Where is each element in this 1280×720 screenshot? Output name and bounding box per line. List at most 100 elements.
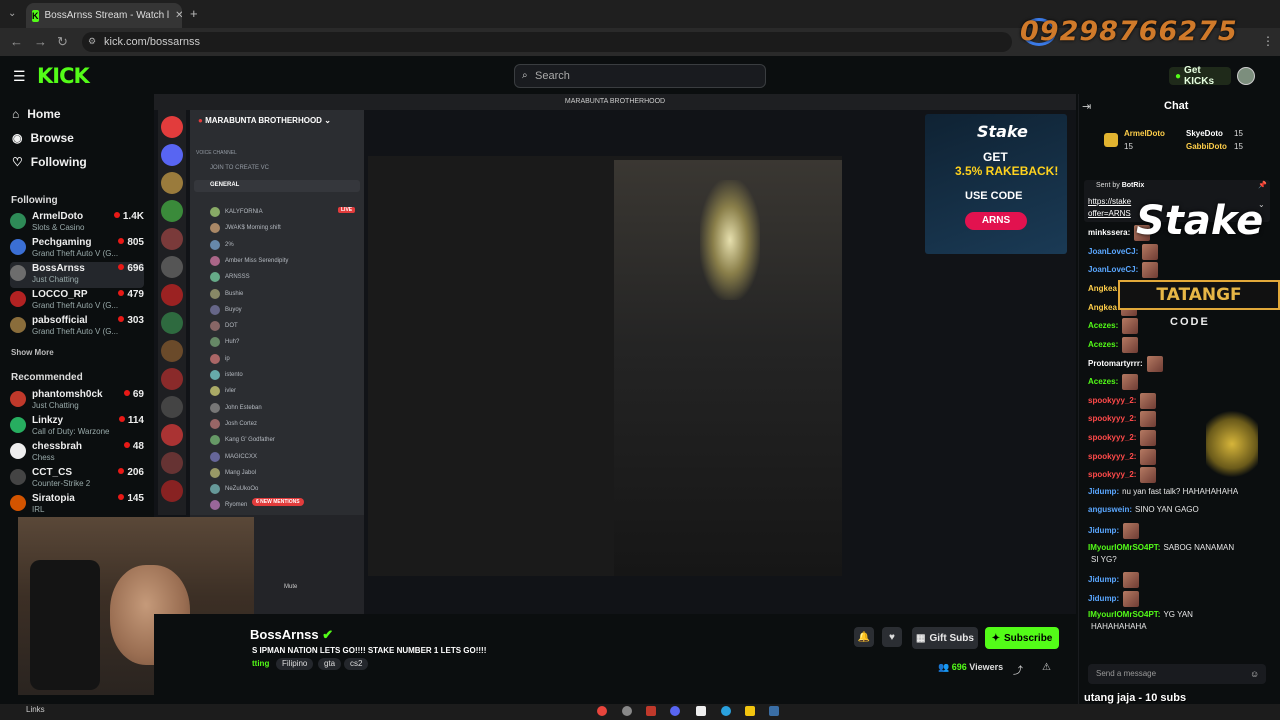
voice-user[interactable]: John Esteban bbox=[210, 402, 262, 413]
chat-username[interactable]: spookyyy_2: bbox=[1088, 470, 1136, 479]
voice-user[interactable]: Buyoy bbox=[210, 304, 242, 315]
chat-username[interactable]: Acezes: bbox=[1088, 321, 1118, 330]
chat-username[interactable]: Protomartyrrr: bbox=[1088, 359, 1143, 368]
search-input[interactable]: ⌕ Search bbox=[514, 64, 766, 88]
chat-username[interactable]: minkssera: bbox=[1088, 228, 1130, 237]
server-icon[interactable] bbox=[161, 340, 183, 362]
user-avatar[interactable] bbox=[1237, 67, 1255, 85]
tab-close-icon[interactable]: ✕ bbox=[175, 10, 182, 21]
site-info-icon[interactable]: ⚙ bbox=[88, 36, 96, 47]
voice-user[interactable]: DOT bbox=[210, 321, 238, 332]
chat-username[interactable]: spookyyy_2: bbox=[1088, 396, 1136, 405]
server-icon[interactable] bbox=[161, 396, 183, 418]
chat-username[interactable]: Angkea bbox=[1088, 284, 1117, 293]
url-field[interactable]: kick.com/bossarnss bbox=[82, 32, 1012, 52]
pinned-user[interactable]: GabbiDoto bbox=[1186, 142, 1227, 151]
chat-input[interactable]: Send a message bbox=[1088, 664, 1266, 684]
server-icon[interactable] bbox=[161, 172, 183, 194]
voice-user[interactable]: NeZuUkoOo bbox=[210, 484, 258, 495]
following-channel-active[interactable]: BossArnss Just Chatting 696 bbox=[10, 262, 144, 288]
chat-username[interactable]: Jidump: bbox=[1088, 526, 1119, 535]
streamer-name[interactable]: BossArnss ✔ bbox=[250, 627, 333, 643]
report-icon[interactable]: ⚠ bbox=[1042, 662, 1051, 673]
voice-user[interactable]: istento bbox=[210, 370, 243, 380]
pinned-user[interactable]: ArmelDoto bbox=[1124, 129, 1165, 138]
kick-logo[interactable]: KICK bbox=[37, 64, 90, 88]
taskbar-links[interactable]: Links bbox=[26, 705, 45, 714]
tab-list-icon[interactable]: ⌄ bbox=[8, 8, 16, 19]
follow-heart-icon[interactable]: ♥ bbox=[882, 627, 902, 647]
following-channel[interactable]: pabsofficial Grand Theft Auto V (G... 303 bbox=[10, 314, 144, 340]
show-more-link[interactable]: Show More bbox=[11, 348, 54, 357]
recommended-channel[interactable]: chessbrah Chess 48 bbox=[10, 440, 144, 466]
app-taskbar-icon[interactable] bbox=[646, 706, 656, 716]
server-icon[interactable] bbox=[161, 228, 183, 250]
bot-link[interactable]: https://stake bbox=[1088, 197, 1131, 206]
voice-user[interactable]: Kang G' Godfather bbox=[210, 435, 275, 446]
discord-server-name[interactable]: ● MARABUNTA BROTHERHOOD ⌄ bbox=[198, 116, 331, 125]
voice-user[interactable]: Bushie bbox=[210, 288, 243, 299]
chat-username[interactable]: Angkea bbox=[1088, 303, 1117, 312]
voice-user[interactable]: JWAK$ Morning shift bbox=[210, 223, 281, 234]
server-icon[interactable] bbox=[161, 368, 183, 390]
hamburger-menu-icon[interactable]: ☰ bbox=[13, 68, 26, 85]
chrome-taskbar-icon[interactable] bbox=[597, 706, 607, 716]
following-channel[interactable]: Pechgaming Grand Theft Auto V (G... 805 bbox=[10, 236, 144, 262]
forward-icon[interactable]: → bbox=[34, 34, 47, 49]
voice-user[interactable]: Ryomen bbox=[210, 500, 247, 511]
voice-user[interactable]: KALYFORNIA bbox=[210, 207, 263, 217]
notification-bell-icon[interactable]: 🔔 bbox=[854, 627, 874, 647]
server-icon[interactable] bbox=[161, 116, 183, 138]
recommended-channel[interactable]: CCT_CS Counter-Strike 2 206 bbox=[10, 466, 144, 492]
server-icon[interactable] bbox=[161, 424, 183, 446]
pinned-user[interactable]: SkyeDoto bbox=[1186, 129, 1223, 138]
voice-user[interactable]: ivler bbox=[210, 386, 236, 397]
voice-user[interactable]: Huh? bbox=[210, 337, 239, 348]
chat-username[interactable]: spookyyy_2: bbox=[1088, 452, 1136, 461]
mute-label[interactable]: Mute bbox=[284, 584, 297, 590]
reload-icon[interactable]: ↻ bbox=[57, 34, 68, 50]
join-to-create-channel[interactable]: JOIN TO CREATE VC bbox=[210, 165, 269, 171]
new-tab-icon[interactable]: + bbox=[190, 6, 198, 21]
discord-taskbar-icon[interactable] bbox=[670, 706, 680, 716]
voice-user[interactable]: Amber Miss Serendipity bbox=[210, 255, 288, 266]
bot-link-continued[interactable]: offer=ARNS bbox=[1088, 209, 1131, 218]
settings-taskbar-icon[interactable] bbox=[622, 706, 632, 716]
recommended-channel[interactable]: Siratopia IRL 145 bbox=[10, 492, 144, 518]
chat-username[interactable]: IMyourIOMrSO4PT: bbox=[1088, 543, 1160, 552]
gift-subs-button[interactable]: ▦ Gift Subs bbox=[912, 627, 978, 649]
nav-browse[interactable]: ◉ Browse bbox=[12, 131, 74, 145]
telegram-taskbar-icon[interactable] bbox=[721, 706, 731, 716]
emoji-icon[interactable]: ☺ bbox=[1250, 669, 1259, 679]
server-icon[interactable] bbox=[161, 144, 183, 166]
chat-username[interactable]: JoanLoveCJ: bbox=[1088, 247, 1138, 256]
voice-user[interactable]: ARNSSS bbox=[210, 272, 250, 283]
chat-username[interactable]: spookyyy_2: bbox=[1088, 433, 1136, 442]
server-icon[interactable] bbox=[161, 284, 183, 306]
stream-tag[interactable]: gta bbox=[318, 658, 342, 670]
chat-username[interactable]: IMyourIOMrSO4PT: bbox=[1088, 610, 1160, 619]
chat-username[interactable]: Jidump: bbox=[1088, 594, 1119, 603]
file-taskbar-icon[interactable] bbox=[696, 706, 706, 716]
back-icon[interactable]: ← bbox=[10, 34, 23, 49]
nav-following[interactable]: ♡ Following bbox=[12, 155, 87, 169]
share-icon[interactable]: ⤴ bbox=[1013, 662, 1023, 677]
chat-username[interactable]: spookyyy_2: bbox=[1088, 414, 1136, 423]
get-kicks-button[interactable]: ● Get KICKs bbox=[1169, 65, 1231, 87]
collapse-chat-icon[interactable]: ⇥ bbox=[1082, 100, 1091, 113]
notes-taskbar-icon[interactable] bbox=[745, 706, 755, 716]
voice-user[interactable]: MAGICCXX bbox=[210, 451, 257, 462]
stream-category[interactable]: tting bbox=[252, 659, 269, 668]
server-icon[interactable] bbox=[161, 312, 183, 334]
chat-username[interactable]: Jidump: bbox=[1088, 575, 1119, 584]
pin-icon[interactable]: 📌 bbox=[1258, 181, 1267, 189]
voice-user[interactable]: Mang Jabol bbox=[210, 467, 256, 478]
browser-menu-icon[interactable]: ⋮ bbox=[1262, 34, 1274, 48]
recommended-channel[interactable]: Linkzy Call of Duty: Warzone 114 bbox=[10, 414, 144, 440]
voice-user[interactable]: ip bbox=[210, 353, 230, 364]
stream-tag[interactable]: cs2 bbox=[344, 658, 369, 670]
stream-tag[interactable]: Filipino bbox=[276, 658, 314, 670]
server-icon[interactable] bbox=[161, 200, 183, 222]
server-icon[interactable] bbox=[161, 256, 183, 278]
server-icon[interactable] bbox=[161, 480, 183, 502]
